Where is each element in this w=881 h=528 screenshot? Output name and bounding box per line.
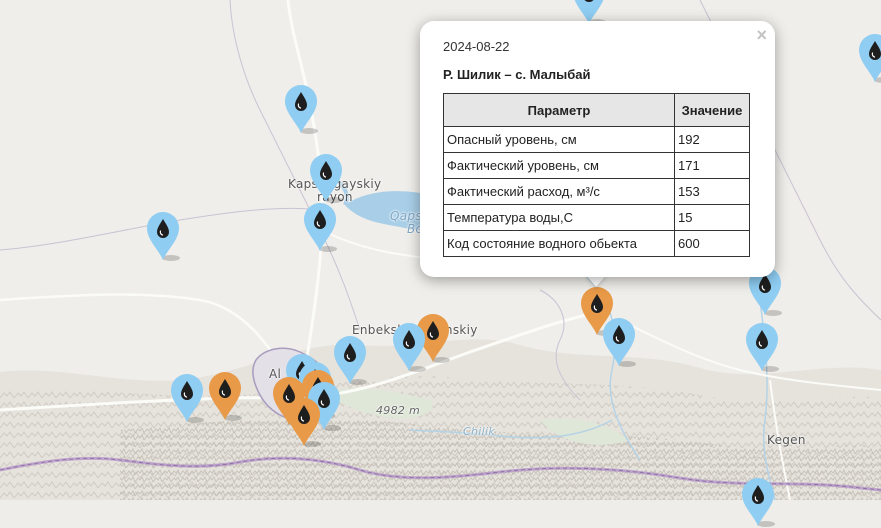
column-header-value: Значение: [674, 93, 750, 127]
table-row: Фактический уровень, см 171: [443, 152, 750, 179]
parameter-value: 600: [674, 230, 750, 257]
popup-date: 2024-08-22: [443, 39, 510, 54]
parameter-name: Фактический уровень, см: [443, 152, 675, 179]
place-label-kegen: Kegen: [767, 433, 806, 447]
parameter-name: Фактический расход, м³/с: [443, 178, 675, 205]
parameter-name: Температура воды,С: [443, 204, 675, 231]
gauge-station-marker[interactable]: [391, 321, 427, 373]
gauge-station-marker[interactable]: [744, 321, 780, 373]
gauge-station-marker[interactable]: [308, 152, 344, 204]
parameter-value: 171: [674, 152, 750, 179]
gauge-station-marker[interactable]: [207, 370, 243, 422]
popup-station-title: Р. Шилик – с. Малыбай: [443, 67, 591, 82]
place-label-reservoir: Qaps: [390, 209, 422, 223]
parameter-value: 15: [674, 204, 750, 231]
gauge-station-marker[interactable]: [302, 201, 338, 253]
gauge-station-marker[interactable]: [601, 316, 637, 368]
station-popup: × 2024-08-22 Р. Шилик – с. Малыбай Парам…: [420, 21, 775, 277]
popup-close-button[interactable]: ×: [756, 25, 767, 45]
gauge-station-marker[interactable]: [283, 83, 319, 135]
gauge-station-marker[interactable]: [332, 334, 368, 386]
table-header-row: Параметр Значение: [443, 93, 750, 127]
parameters-table: Параметр Значение Опасный уровень, см 19…: [443, 93, 750, 257]
parameter-name: Код состояние водного обьекта: [443, 230, 675, 257]
parameter-name: Опасный уровень, см: [443, 126, 675, 153]
table-row: Код состояние водного обьекта 600: [443, 230, 750, 257]
gauge-station-marker[interactable]: [286, 396, 322, 448]
table-row: Температура воды,С 15: [443, 204, 750, 231]
table-row: Опасный уровень, см 192: [443, 126, 750, 153]
gauge-station-marker[interactable]: [740, 476, 776, 528]
place-label-peak: 4982 m: [376, 404, 421, 417]
gauge-station-marker[interactable]: [145, 210, 181, 262]
parameter-value: 153: [674, 178, 750, 205]
gauge-station-marker[interactable]: [169, 372, 205, 424]
parameter-value: 192: [674, 126, 750, 153]
gauge-station-marker[interactable]: [857, 32, 881, 84]
table-row: Фактический расход, м³/с 153: [443, 178, 750, 205]
column-header-parameter: Параметр: [443, 93, 675, 127]
place-label-chilik: Chilik: [463, 425, 495, 438]
